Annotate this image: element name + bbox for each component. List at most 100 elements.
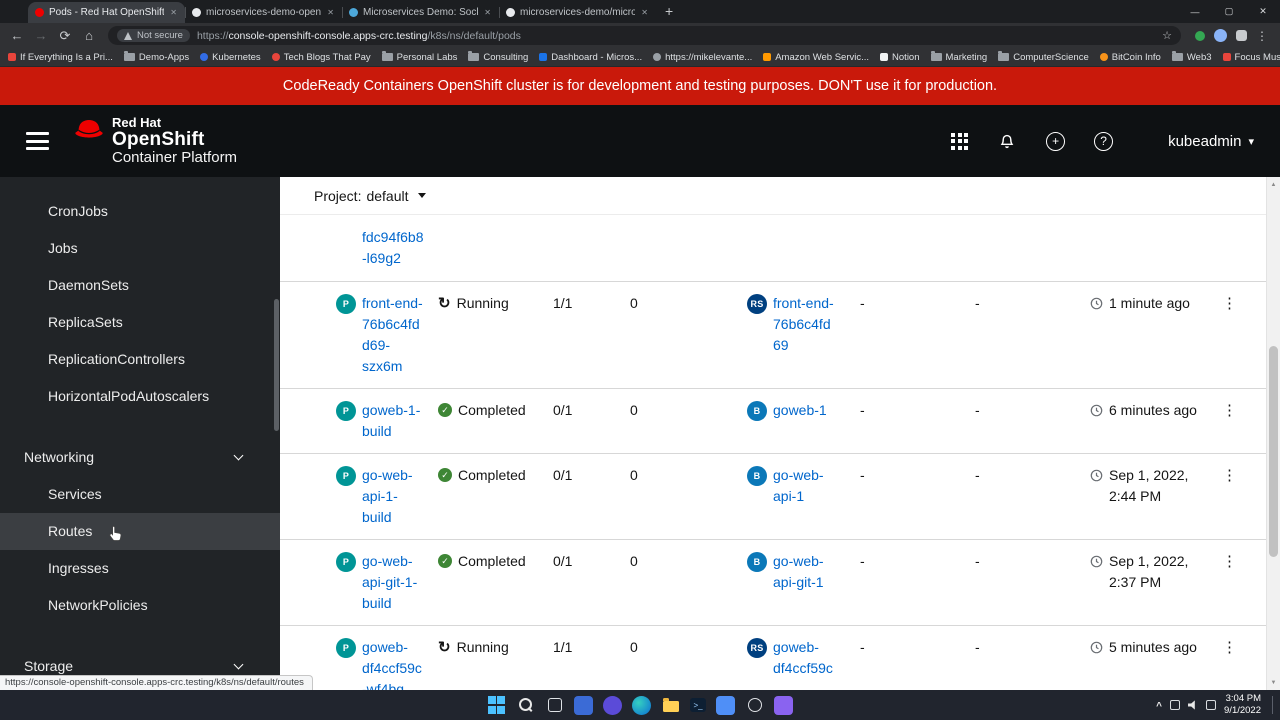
row-actions-kebab-icon[interactable]: ⋮ [1216,465,1243,486]
sidebar-item-services[interactable]: Services [0,476,280,513]
bookmark-folder[interactable]: Consulting [468,51,528,63]
not-secure-warning-icon [124,31,132,40]
pod-link[interactable]: go-web-api-1-build [362,465,425,528]
row-actions-kebab-icon[interactable]: ⋮ [1216,551,1243,572]
window-maximize-button[interactable]: ▢ [1212,0,1246,23]
refresh-button[interactable]: ⟳ [56,29,74,42]
bookmark-folder[interactable]: Demo-Apps [123,51,189,63]
extension-icon-green[interactable] [1195,30,1205,41]
notifications-bell-icon[interactable] [997,131,1017,151]
sidebar-item-replicationcontrollers[interactable]: ReplicationControllers [0,341,280,378]
tab-close-icon[interactable]: ✕ [483,8,492,17]
tab-close-icon[interactable]: ✕ [326,8,335,17]
hamburger-menu-icon[interactable] [26,132,49,150]
bookmark-label: Kubernetes [212,51,261,63]
bookmark-item[interactable]: BitCoin Info [1099,52,1161,63]
scroll-down-arrow[interactable]: ▼ [1267,676,1280,689]
new-tab-button[interactable]: + [665,3,673,19]
app-icon-blue[interactable] [716,695,735,715]
show-desktop-sliver[interactable] [1272,696,1275,714]
bookmark-folder[interactable]: ComputerScience [998,51,1089,63]
forward-button[interactable]: → [32,29,50,42]
network-icon[interactable] [1170,700,1181,710]
widgets-icon[interactable] [574,695,593,715]
language-indicator-icon[interactable] [1206,700,1217,710]
sidebar-item-horizontalpodautoscalers[interactable]: HorizontalPodAutoscalers [0,378,280,415]
edge-browser-icon[interactable] [632,695,651,715]
window-minimize-button[interactable]: — [1178,0,1212,23]
row-actions-kebab-icon[interactable]: ⋮ [1216,400,1243,421]
owner-link[interactable]: goweb-1 [773,400,827,421]
pod-link[interactable]: fdc94f6b8-l69g2 [362,227,425,269]
add-resource-icon[interactable]: + [1046,131,1066,151]
file-explorer-icon[interactable] [661,696,680,715]
profile-avatar[interactable] [1214,29,1227,42]
scrollbar-thumb[interactable] [1269,346,1278,557]
row-actions-kebab-icon[interactable]: ⋮ [1216,637,1243,658]
browser-menu-kebab-icon[interactable]: ⋮ [1256,30,1268,42]
bookmark-folder[interactable]: Web3 [1171,51,1212,63]
app-icon-outline[interactable] [745,696,764,715]
build-badge: B [747,552,767,572]
browser-tab-github-demo[interactable]: microservices-demo/microservi ✕ [499,2,656,23]
site-security-chip[interactable]: Not secure [117,29,190,42]
back-button[interactable]: ← [8,29,26,42]
bookmark-folder[interactable]: Personal Labs [381,51,457,63]
page-scrollbar[interactable]: ▲ ▼ [1266,177,1280,690]
bookmark-item[interactable]: Amazon Web Servic... [763,52,869,63]
bookmark-item[interactable]: Dashboard - Micros... [539,52,642,63]
project-selector[interactable]: Project: default [280,177,1266,215]
owner-link[interactable]: goweb-df4ccf59c [773,637,836,679]
sidebar-item-replicasets[interactable]: ReplicaSets [0,304,280,341]
owner-link[interactable]: front-end-76b6c4fd69 [773,293,836,356]
sidebar-item-daemonsets[interactable]: DaemonSets [0,267,280,304]
volume-icon[interactable] [1188,700,1195,710]
media-app-icon[interactable] [603,695,622,715]
sidebar-item-jobs[interactable]: Jobs [0,230,280,267]
search-icon[interactable] [516,696,535,715]
bookmark-item[interactable]: Notion [880,52,920,63]
tab-close-icon[interactable]: ✕ [640,8,649,17]
bookmark-item[interactable]: https://mikelevante... [653,52,752,63]
start-button-icon[interactable] [487,696,506,715]
browser-tab-github-openshift[interactable]: microservices-demo-openshift/ ✕ [185,2,342,23]
user-menu[interactable]: kubeadmin ▾ [1168,133,1254,150]
pod-link[interactable]: goweb-df4ccf59c-wf4bq [362,637,425,690]
sidebar-item-cronjobs[interactable]: CronJobs [0,193,280,230]
row-actions-kebab-icon[interactable]: ⋮ [1216,293,1243,314]
address-bar[interactable]: Not secure https://console-openshift-con… [108,26,1181,45]
sidebar-item-routes[interactable]: Routes [0,513,280,550]
sidebar-item-ingresses[interactable]: Ingresses [0,550,280,587]
sidebar-section-networking[interactable]: Networking [0,439,280,476]
scroll-up-arrow[interactable]: ▲ [1267,178,1280,191]
terminal-icon[interactable]: >_ [690,698,706,712]
owner-link[interactable]: go-web-api-git-1 [773,551,836,593]
task-view-icon[interactable] [545,696,564,715]
vscode-icon[interactable] [774,695,793,715]
browser-tab-pods[interactable]: Pods - Red Hat OpenShift Conta ✕ [28,2,185,23]
pod-link[interactable]: goweb-1-build [362,400,425,442]
tab-close-icon[interactable]: ✕ [169,8,178,17]
browser-tab-sock-shop[interactable]: Microservices Demo: Sock Shop ✕ [342,2,499,23]
owner-link[interactable]: go-web-api-1 [773,465,836,507]
bookmark-item[interactable]: Tech Blogs That Pay [271,52,371,63]
sidebar-item-networkpolicies[interactable]: NetworkPolicies [0,587,280,624]
bookmark-item[interactable]: Focus Music for Wo... [1222,52,1280,63]
hidden-icons-chevron[interactable]: ^ [1156,701,1162,712]
bookmark-folder[interactable]: Marketing [930,51,987,63]
help-icon[interactable]: ? [1094,131,1114,151]
bookmark-item[interactable]: If Everything Is a Pri... [8,52,113,63]
extensions-puzzle-icon[interactable] [1236,30,1247,41]
masthead-toolbar: + ? kubeadmin ▾ [951,131,1254,151]
bookmark-favicon [1222,53,1231,61]
app-launcher-icon[interactable] [951,132,969,150]
pod-link[interactable]: front-end-76b6c4fdd69-szx6m [362,293,425,377]
window-close-button[interactable]: ✕ [1246,0,1280,23]
taskbar-clock[interactable]: 3:04 PM 9/1/2022 [1224,693,1261,718]
bookmark-label: If Everything Is a Pri... [20,51,113,63]
bookmark-item[interactable]: Kubernetes [200,52,261,63]
pod-link[interactable]: go-web-api-git-1-build [362,551,425,614]
sidebar-scrollbar-thumb[interactable] [274,299,279,431]
home-button[interactable]: ⌂ [80,29,98,42]
bookmark-star-icon[interactable]: ☆ [1162,29,1172,42]
